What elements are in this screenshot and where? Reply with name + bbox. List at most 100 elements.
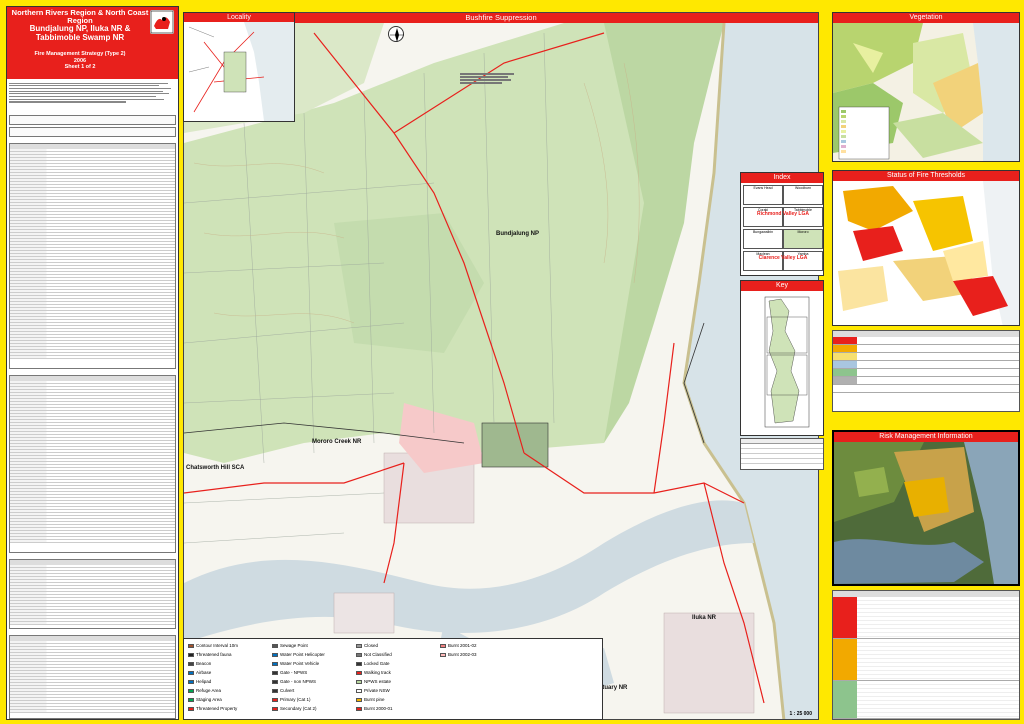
index-sheet-cell[interactable]: Evans Head — [743, 185, 783, 205]
communication-table — [9, 635, 176, 719]
locality-inset[interactable]: Locality — [183, 12, 295, 122]
locality-map — [184, 22, 294, 121]
datum-note — [460, 72, 520, 85]
legend-label: Culvert — [280, 688, 295, 693]
legend-swatch — [188, 661, 194, 666]
locality-title: Locality — [184, 13, 294, 22]
title-parks: Bundjalung NP, Iluka NR & Tabbimoble Swa… — [29, 24, 131, 42]
legend-swatch — [356, 697, 362, 702]
north-arrow-icon — [388, 26, 404, 42]
index-title: Index — [741, 173, 823, 183]
index-richmond-lga: Richmond Valley LGA — [757, 211, 809, 217]
strategy-table — [9, 559, 176, 629]
risk-management-inset[interactable]: Risk Management Information — [832, 430, 1020, 586]
operational-guidelines-table — [9, 143, 176, 369]
fire-thresholds-inset[interactable]: Status of Fire Thresholds — [832, 170, 1020, 326]
index-sheet-cell[interactable]: Maclean — [743, 251, 783, 271]
legend-swatch — [272, 670, 278, 675]
endorsement-block — [9, 115, 176, 139]
legend-item: Sewage Point — [272, 643, 308, 648]
legend-item: Burnt pine — [356, 697, 385, 702]
left-info-column: Northern Rivers Region & North Coast Reg… — [6, 6, 179, 720]
legend-label: Primary (Cat 1) — [280, 697, 311, 702]
legend-swatch — [356, 706, 362, 711]
legend-swatch — [188, 670, 194, 675]
index-sheet-cell[interactable]: Tabbimoble — [783, 207, 823, 227]
legend-label: Threatened Property — [196, 706, 238, 711]
legend-swatch — [272, 679, 278, 684]
legend-swatch — [188, 679, 194, 684]
sheet-contacts-table — [740, 438, 824, 470]
legend-label: Closed — [364, 643, 379, 648]
key-inset[interactable]: Key — [740, 280, 824, 436]
legend-label: Contour Interval 10m — [196, 643, 239, 648]
index-sheet-cell[interactable]: Coraki — [743, 207, 783, 227]
legend-item: Helipad — [188, 679, 211, 684]
legend-label: Not Classified — [364, 652, 392, 657]
legend-item: Gate - non NPWS — [272, 679, 316, 684]
legend-swatch — [356, 670, 362, 675]
index-sheet-cell[interactable]: Woodburn — [783, 185, 823, 205]
legend-item: Private NSW — [356, 688, 390, 693]
legend-item: Burnt 2001-02 — [440, 643, 477, 648]
legend-swatch — [272, 706, 278, 711]
map-canvas — [184, 23, 818, 719]
legend-label: Beacon — [196, 661, 212, 666]
legend-label: Secondary (Cat 2) — [280, 706, 317, 711]
legend-item: Primary (Cat 1) — [272, 697, 311, 702]
legend-swatch — [440, 652, 446, 657]
legend-item: NPWS estate — [356, 679, 391, 684]
index-inset[interactable]: Index Evans Head Woodburn Coraki Tabbimoble… — [740, 172, 824, 276]
label-iluka-nr: Iluka NR — [692, 615, 717, 621]
legend-swatch — [272, 697, 278, 702]
legend-label: Staging Area — [196, 697, 222, 702]
legend-label: Sewage Point — [280, 643, 308, 648]
legend-label: Helipad — [196, 679, 212, 684]
legend-swatch — [356, 661, 362, 666]
legend-swatch — [272, 661, 278, 666]
title-sheet: Sheet 1 of 2 — [64, 64, 96, 70]
legend-swatch — [272, 688, 278, 693]
title-strategy-text: Fire Management Strategy (Type 2) — [34, 51, 126, 57]
legend-item: Refuge Area — [188, 688, 221, 693]
legend-item: Locked Gate — [356, 661, 390, 666]
legend-label: Private NSW — [364, 688, 390, 693]
title-year: 2006 — [73, 57, 87, 64]
npws-logo — [150, 10, 174, 34]
legend-swatch — [188, 643, 194, 648]
legend-swatch — [188, 706, 194, 711]
index-sheet-cell[interactable]: Mororo — [783, 229, 823, 249]
legend-swatch — [272, 643, 278, 648]
vegetation-inset[interactable]: Vegetation — [832, 12, 1020, 162]
legend-label: Burnt 2000-01 — [364, 706, 393, 711]
legend-label: NPWS estate — [364, 679, 392, 684]
legend-swatch — [188, 697, 194, 702]
label-bundjalung-np: Bundjalung NP — [496, 231, 539, 237]
index-sheet-cell[interactable]: Bungawalbin — [743, 229, 783, 249]
risk-management-title: Risk Management Information — [834, 432, 1018, 442]
legend-label: Gate - non NPWS — [280, 679, 317, 684]
legend-item: Water Point Vehicle — [272, 661, 319, 666]
legend-label: Burnt pine — [364, 697, 385, 702]
legend-label: Burnt 2002-03 — [448, 652, 477, 657]
legend-label: Gate - NPWS — [280, 670, 308, 675]
legend-item: Airbase — [188, 670, 211, 675]
legend-label: Burnt 2001-02 — [448, 643, 477, 648]
legend-label: Water Point Helicopter — [280, 652, 325, 657]
label-mororo-creek-nr: Mororo Creek NR — [312, 439, 362, 445]
legend-item: Staging Area — [188, 697, 222, 702]
vegetation-map — [833, 23, 1019, 161]
index-sheet-cell[interactable]: Yamba — [783, 251, 823, 271]
legend-item: Threatened Property — [188, 706, 237, 711]
legend-item: Threatened fauna — [188, 652, 232, 657]
fire-thresholds-map — [833, 181, 1019, 325]
title-strategy: Fire Management Strategy (Type 2) 2006 S… — [11, 51, 149, 71]
fire-management-zones-table — [832, 590, 1020, 720]
legend-label: Locked Gate — [364, 661, 390, 666]
map-sheet: Northern Rivers Region & North Coast Reg… — [0, 0, 1024, 724]
risk-management-map — [834, 442, 1018, 584]
legend-label: Water Point Vehicle — [280, 661, 320, 666]
fire-thresholds-title: Status of Fire Thresholds — [833, 171, 1019, 181]
legend-swatch — [188, 688, 194, 693]
legend-label: Walking track — [364, 670, 391, 675]
